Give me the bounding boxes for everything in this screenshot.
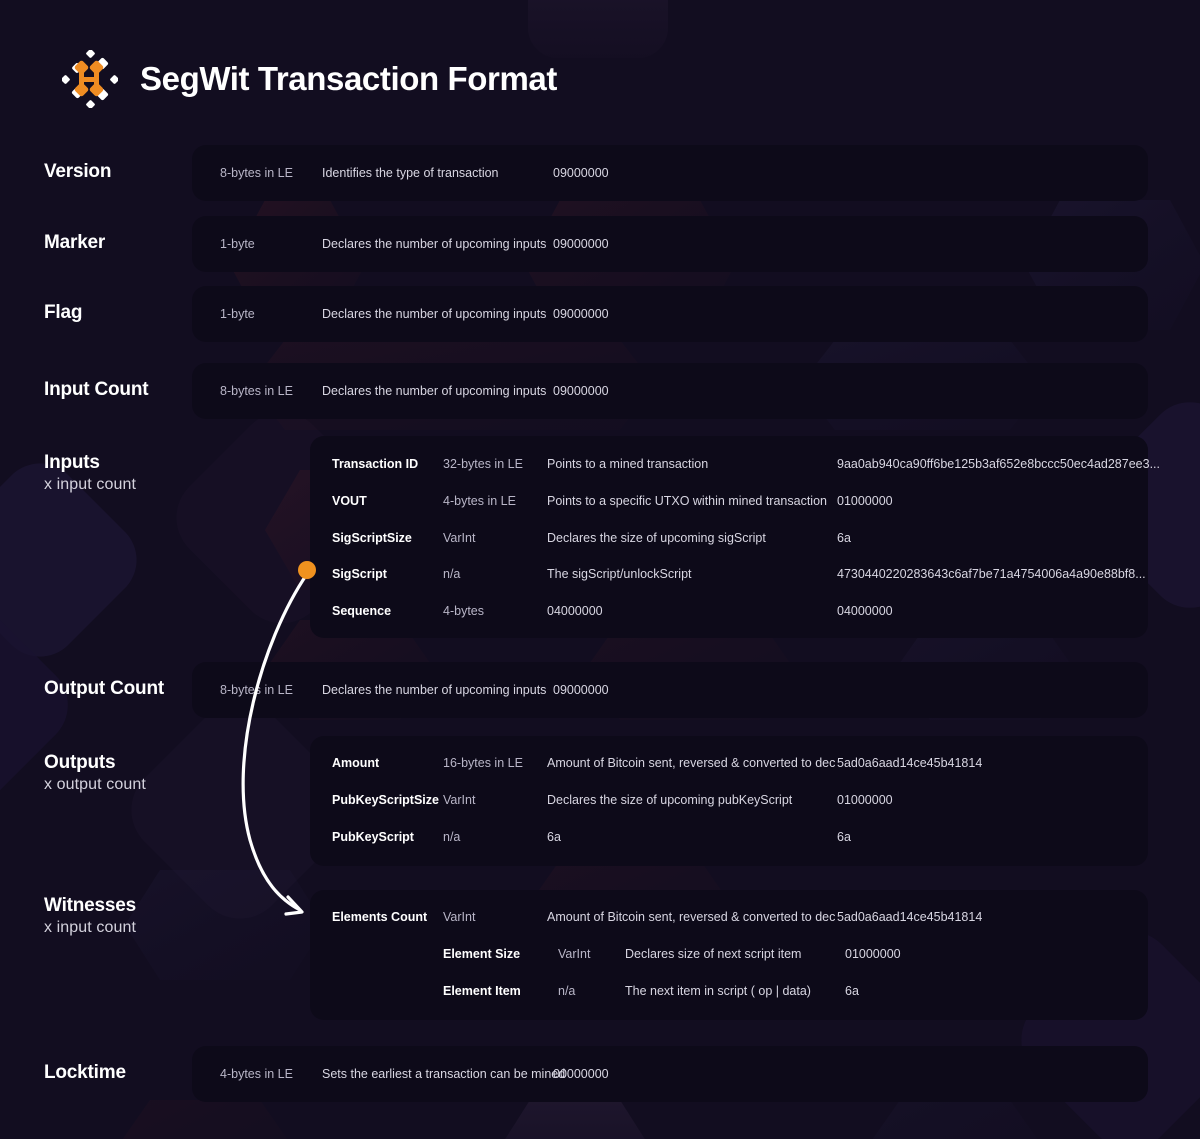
field-value: 4730440220283643c6af7be71a4754006a4a90e8… [837,567,1146,581]
field-card: 1-byte Declares the number of upcoming i… [192,216,1148,272]
field-description: Points to a mined transaction [547,457,709,471]
field-value: 09000000 [553,683,609,697]
field-size: 8-bytes in LE [220,384,293,398]
field-size: 1-byte [220,307,255,321]
field-card: 1-byte Declares the number of upcoming i… [192,286,1148,342]
field-value: 09000000 [553,166,609,180]
field-name: Element Size [443,947,521,961]
field-value: 04000000 [837,604,893,618]
field-description: Amount of Bitcoin sent, reversed & conve… [547,910,836,924]
section-label: Output Count [44,678,164,699]
field-name: PubKeyScript [332,830,414,844]
field-value: 5ad0a6aad14ce45b41814 [837,756,983,770]
field-description: Sets the earliest a transaction can be m… [322,1067,566,1081]
field-description: 6a [547,830,561,844]
field-description: Declares the number of upcoming inputs [322,683,547,697]
field-size: 8-bytes in LE [220,166,293,180]
field-size: 32-bytes in LE [443,457,523,471]
section-label: Inputs [44,452,100,473]
field-description: Declares the size of upcoming pubKeyScri… [547,793,793,807]
field-card: Amount 16-bytes in LE Amount of Bitcoin … [310,736,1148,866]
field-size: 4-bytes in LE [220,1067,293,1081]
section-label: Outputs [44,752,116,773]
page-title: SegWit Transaction Format [140,60,557,97]
field-description: The next item in script ( op | data) [625,984,811,998]
field-size: 1-byte [220,237,255,251]
field-value: 09000000 [553,237,609,251]
field-size: n/a [443,830,461,844]
section-sublabel: x output count [44,776,146,793]
field-description: Identifies the type of transaction [322,166,499,180]
field-size: 4-bytes [443,604,484,618]
field-name: SigScriptSize [332,531,412,545]
field-value: 09000000 [553,307,609,321]
field-name: VOUT [332,494,367,508]
field-value: 01000000 [845,947,901,961]
field-description: Points to a specific UTXO within mined t… [547,494,827,508]
field-value: 00000000 [553,1067,609,1081]
field-card: 8-bytes in LE Declares the number of upc… [192,363,1148,419]
field-description: Declares the number of upcoming inputs [322,307,547,321]
section-sublabel: x input count [44,476,137,493]
field-size: 4-bytes in LE [443,494,516,508]
field-card: Elements Count VarInt Amount of Bitcoin … [310,890,1148,1020]
field-name: Element Item [443,984,521,998]
field-value: 01000000 [837,494,893,508]
field-value: 01000000 [837,793,893,807]
page-header: SegWit Transaction Format [61,49,557,109]
field-description: Declares the size of upcoming sigScript [547,531,766,545]
field-value: 6a [837,531,851,545]
field-name: Transaction ID [332,457,419,471]
field-size: VarInt [443,910,476,924]
field-description: Amount of Bitcoin sent, reversed & conve… [547,756,836,770]
field-name: Elements Count [332,910,428,924]
section-sublabel: x input count [44,919,137,936]
section-label: Flag [44,302,83,323]
field-card: 8-bytes in LE Declares the number of upc… [192,662,1148,718]
field-value: 9aa0ab940ca90ff6be125b3af652e8bccc50ec4a… [837,457,1160,471]
field-size: VarInt [443,531,476,545]
field-description: The sigScript/unlockScript [547,567,692,581]
field-card: 8-bytes in LE Identifies the type of tra… [192,145,1148,201]
field-description: Declares the number of upcoming inputs [322,384,547,398]
field-size: n/a [443,567,461,581]
section-label: Locktime [44,1062,126,1083]
field-description: 04000000 [547,604,603,618]
field-name: Amount [332,756,380,770]
segwit-node-diamond-logo-icon [61,49,119,109]
field-size: 16-bytes in LE [443,756,523,770]
page-root: SegWit Transaction Format Version 8-byte… [0,0,1200,1139]
field-size: n/a [558,984,576,998]
field-card: Transaction ID 32-bytes in LE Points to … [310,436,1160,638]
section-label: Marker [44,232,106,253]
field-value: 09000000 [553,384,609,398]
field-size: VarInt [558,947,591,961]
field-value: 6a [845,984,859,998]
section-label: Version [44,161,112,182]
field-name: PubKeyScriptSize [332,793,439,807]
field-name: Sequence [332,604,392,618]
section-label: Witnesses [44,895,137,916]
field-size: 8-bytes in LE [220,683,293,697]
field-name: SigScript [332,567,387,581]
field-description: Declares size of next script item [625,947,802,961]
section-label: Input Count [44,379,149,400]
field-description: Declares the number of upcoming inputs [322,237,547,251]
field-size: VarInt [443,793,476,807]
field-value: 6a [837,830,851,844]
field-card: 4-bytes in LE Sets the earliest a transa… [192,1046,1148,1102]
field-value: 5ad0a6aad14ce45b41814 [837,910,983,924]
